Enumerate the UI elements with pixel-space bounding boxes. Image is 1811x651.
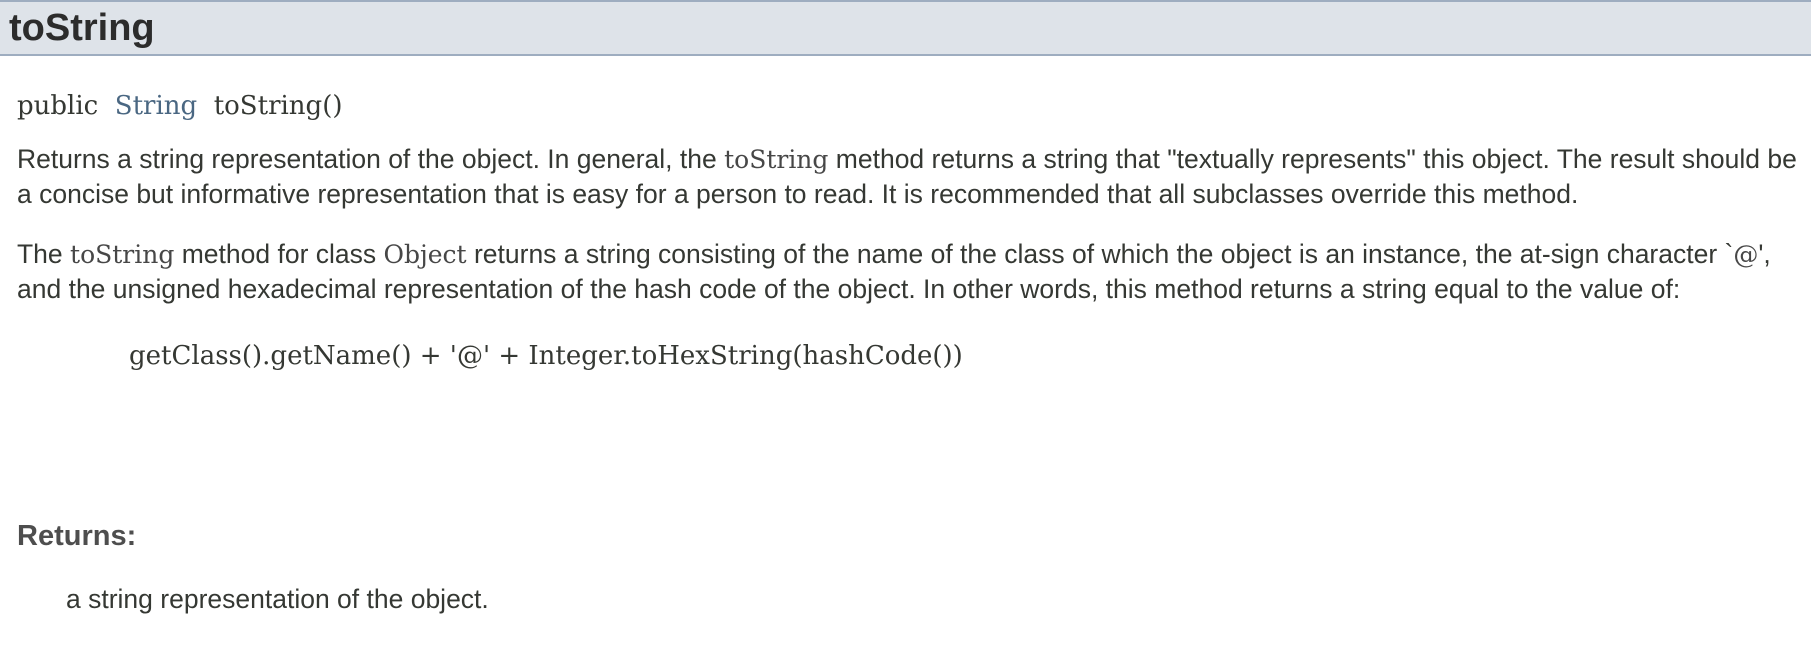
signature-return-type[interactable]: String bbox=[115, 91, 197, 121]
inline-code: Object bbox=[383, 240, 467, 269]
paragraph-text: returns a string consisting of the name … bbox=[466, 239, 1734, 269]
description-paragraph-1: Returns a string representation of the o… bbox=[17, 142, 1807, 211]
signature-modifier: public bbox=[17, 91, 99, 121]
paragraph-text: The bbox=[17, 239, 71, 269]
method-signature: public String toString() bbox=[17, 86, 1807, 126]
returns-description: a string representation of the object. bbox=[66, 584, 489, 614]
method-title: toString bbox=[9, 7, 155, 49]
code-example: getClass().getName() + '@' + Integer.toH… bbox=[129, 341, 963, 371]
method-detail: public String toString() Returns a strin… bbox=[17, 86, 1807, 376]
inline-code: toString bbox=[70, 240, 175, 269]
paragraph-text: Returns a string representation of the o… bbox=[17, 144, 725, 174]
signature-method-name: toString() bbox=[213, 91, 343, 121]
method-header-bar: toString bbox=[0, 0, 1811, 56]
description-paragraph-2: The toString method for class Object ret… bbox=[17, 237, 1807, 306]
paragraph-text: method for class bbox=[174, 239, 384, 269]
returns-label: Returns: bbox=[17, 520, 137, 552]
inline-code: @ bbox=[1733, 240, 1759, 269]
inline-code: toString bbox=[724, 145, 829, 174]
